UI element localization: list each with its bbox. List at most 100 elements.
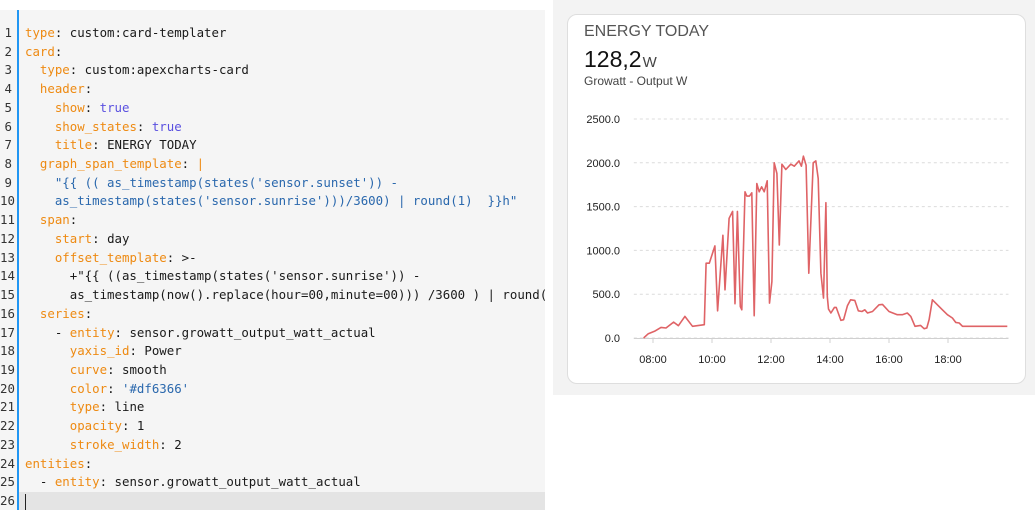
yaml-key: header [39,81,85,97]
code-line[interactable]: 4 header: [0,80,545,99]
code-text: title: ENERGY TODAY [25,136,197,155]
line-number: 6 [4,118,12,134]
yaml-string: as_timestamp(states('sensor.sunrise')))/… [54,193,518,209]
yaml-string: '#df6366' [122,380,190,396]
yaml-text: - [25,474,55,490]
yaml-text: : 2 [159,436,182,452]
yaml-key: entity [69,324,115,340]
yaml-text [25,137,55,152]
yaml-text: : smooth [107,361,167,377]
code-line[interactable]: 9 "{{ (( as_timestamp(states('sensor.sun… [0,174,545,193]
series-line-growatt-output [643,155,1008,339]
code-text: offset_template: >- [25,249,197,268]
x-tick-label: 12:00 [757,354,785,366]
code-line[interactable]: 25 - entity: sensor.growatt_output_watt_… [0,473,545,492]
code-text: yaxis_id: Power [25,342,182,361]
yaml-string: "{{ (( as_timestamp(states('sensor.sunse… [54,174,398,190]
code-line[interactable]: 11 span: [0,211,545,230]
line-chart: 0.0 500.0 1000.0 1500.0 2000.0 2500.0 08:00 10:… [586,114,1009,366]
code-text: span: [25,211,77,230]
line-number: 5 [4,99,12,115]
code-line[interactable]: 14 +"{{ ((as_timestamp(states('sensor.su… [0,267,545,286]
yaml-text [25,193,55,208]
code-line[interactable]: 3 type: custom:apexcharts-card [0,61,545,80]
yaml-key: span [39,212,70,228]
code-text: stroke_width: 2 [25,436,182,455]
yaml-key: graph_span_template [39,156,182,172]
code-line[interactable]: 7 title: ENERGY TODAY [0,136,545,155]
x-tick-label: 10:00 [698,354,726,366]
x-tick-label: 08:00 [639,354,667,366]
yaml-text [25,399,70,414]
yaml-key: yaxis_id [69,343,130,359]
x-tick-label: 14:00 [816,354,844,366]
code-line[interactable]: 8 graph_span_template: | [0,155,545,174]
code-line[interactable]: 23 stroke_width: 2 [0,436,545,455]
yaml-text [25,343,70,358]
y-tick-label: 1000.0 [586,245,620,257]
yaml-text [25,437,70,452]
x-tick-label: 18:00 [934,354,962,366]
line-number: 21 [0,399,15,415]
yaml-text [25,212,40,227]
code-line[interactable]: 13 offset_template: >- [0,249,545,268]
yaml-text [25,81,40,96]
line-number: 18 [0,343,15,359]
code-line[interactable]: 15 as_timestamp(now().replace(hour=00,mi… [0,286,545,305]
code-text [25,492,26,510]
yaml-text: : line [99,399,145,415]
code-line[interactable]: 21 type: line [0,398,545,417]
code-line[interactable]: 18 yaxis_id: Power [0,342,545,361]
code-line[interactable]: 19 curve: smooth [0,361,545,380]
y-tick-label: 1500.0 [586,202,620,214]
code-text: as_timestamp(states('sensor.sunrise')))/… [25,192,518,211]
code-line[interactable]: 6 show_states: true [0,118,545,137]
yaml-text [25,119,55,134]
yaml-text [25,306,40,321]
line-number: 14 [0,268,15,284]
code-line[interactable]: 20 color: '#df6366' [0,380,545,399]
yaml-text [25,62,40,77]
code-line[interactable]: 12 start: day [0,230,545,249]
yaml-key: type [25,25,55,40]
code-text: as_timestamp(now().replace(hour=00,minut… [25,286,545,305]
code-line[interactable]: 17 - entity: sensor.growatt_output_watt_… [0,324,545,343]
line-number: 1 [4,25,12,40]
code-line[interactable]: 5 show: true [0,99,545,118]
line-number: 2 [4,43,12,59]
y-tick-label: 2500.0 [586,114,620,126]
code-text: type: custom:card-templater [25,24,226,43]
yaml-boolean: true [151,118,182,134]
yaml-key: stroke_width [69,436,160,452]
yaml-text [25,156,40,171]
code-line[interactable]: 22 opacity: 1 [0,417,545,436]
code-text: type: custom:apexcharts-card [25,61,249,80]
line-number: 24 [0,455,15,471]
code-line[interactable]: 10 as_timestamp(states('sensor.sunrise')… [0,192,545,211]
yaml-text: : [84,99,100,115]
yaml-text [25,418,70,433]
code-text: "{{ (( as_timestamp(states('sensor.sunse… [25,174,398,193]
yaml-text: : ENERGY TODAY [92,137,197,153]
yaml-text: : Power [129,343,182,359]
line-number: 8 [4,156,12,172]
code-line[interactable]: 1 type: custom:card-templater [0,24,545,43]
yaml-code-editor[interactable]: 1 type: custom:card-templater 2 card: 3 type… [0,10,545,510]
yaml-key: color [69,380,108,396]
yaml-text: : [136,118,152,134]
yaml-key: offset_template [54,249,167,265]
line-number: 11 [0,212,15,228]
code-line[interactable]: 16 series: [0,305,545,324]
line-number: 13 [0,249,15,265]
y-tick-label: 0.0 [605,333,620,345]
line-number: 7 [4,137,12,153]
code-text: start: day [25,230,130,249]
code-text: - entity: sensor.growatt_output_watt_act… [25,324,376,343]
line-number: 22 [0,418,15,434]
yaml-text: : sensor.growatt_output_watt_actual [114,324,376,340]
yaml-key: series [39,305,85,321]
code-line[interactable]: 24 entities: [0,455,545,474]
yaml-text [25,362,70,377]
code-line[interactable]: 26 [0,492,545,510]
code-line[interactable]: 2 card: [0,43,545,62]
